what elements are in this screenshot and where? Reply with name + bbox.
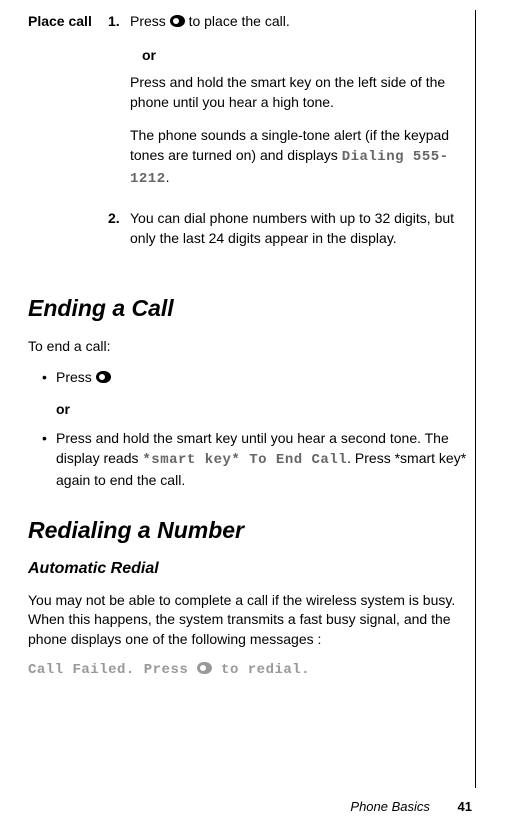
- footer-section: Phone Basics: [350, 799, 430, 814]
- step-1: 1. Press to place the call. or Press and…: [108, 12, 474, 203]
- step-text: Press and hold the smart key on the left…: [130, 73, 474, 112]
- send-key-icon: [170, 15, 185, 27]
- bullet-text: Press: [56, 369, 96, 385]
- display-text: *smart key* To End Call: [142, 452, 347, 468]
- send-key-icon: [197, 662, 212, 674]
- step-number: 2.: [108, 209, 130, 262]
- msg-part: .: [301, 662, 310, 678]
- redial-message: Call Failed. Press to redial.: [28, 661, 474, 681]
- or-label: or: [142, 46, 474, 66]
- end-key-icon: [96, 371, 111, 383]
- msg-part: to redial: [212, 662, 301, 678]
- footer-page-number: 41: [458, 799, 472, 814]
- msg-part: Press: [144, 662, 197, 678]
- msg-part: .: [126, 662, 144, 678]
- page-content: Place call 1. Press to place the call. o…: [28, 12, 474, 681]
- page-rule: [475, 10, 476, 788]
- step-text: .: [166, 169, 170, 185]
- subheading-auto-redial: Automatic Redial: [28, 558, 474, 580]
- heading-redialing: Redialing a Number: [28, 514, 474, 546]
- msg-part: Call Failed: [28, 662, 126, 678]
- heading-ending-call: Ending a Call: [28, 292, 474, 324]
- place-call-label: Place call: [28, 12, 108, 268]
- step-text: to place the call.: [185, 13, 290, 29]
- page-footer: Phone Basics 41: [350, 798, 472, 816]
- list-item: Press: [42, 368, 474, 388]
- list-item: Press and hold the smart key until you h…: [42, 429, 474, 490]
- step-text: Press: [130, 13, 170, 29]
- redial-para: You may not be able to complete a call i…: [28, 591, 474, 650]
- place-call-block: Place call 1. Press to place the call. o…: [28, 12, 474, 268]
- step-2: 2. You can dial phone numbers with up to…: [108, 209, 474, 262]
- step-number: 1.: [108, 12, 130, 203]
- or-label: or: [56, 400, 474, 420]
- step-text: You can dial phone numbers with up to 32…: [130, 209, 474, 248]
- ending-intro: To end a call:: [28, 337, 474, 357]
